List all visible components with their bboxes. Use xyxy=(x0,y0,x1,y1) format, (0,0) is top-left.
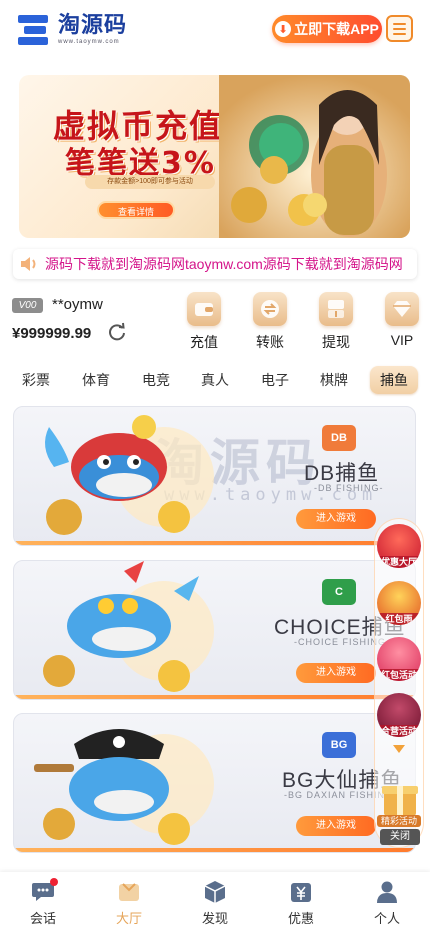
game-card-bg-fishing[interactable]: BG BG大仙捕鱼 -BG DAXIAN FISHING- 进入游戏 xyxy=(13,713,416,853)
download-icon: ⬇ xyxy=(275,21,292,37)
enter-game-button[interactable]: 进入游戏 xyxy=(296,663,376,683)
chat-icon xyxy=(30,878,58,904)
game-subtitle: -DB FISHING- xyxy=(314,483,384,493)
banner-note: 存款金额>100即可参与活动 xyxy=(85,175,215,189)
logo-subtitle: www.taoymw.com xyxy=(58,38,120,45)
tab-sports[interactable]: 体育 xyxy=(72,366,120,394)
lobby-icon xyxy=(116,880,142,904)
username: **oymw xyxy=(52,296,103,313)
tab-lottery[interactable]: 彩票 xyxy=(12,366,60,394)
vip-label: VIP xyxy=(390,332,414,348)
tab-slots[interactable]: 电子 xyxy=(251,366,299,394)
nav-profile[interactable]: 个人 xyxy=(357,880,417,927)
choice-logo-icon: C xyxy=(322,579,356,605)
tab-live[interactable]: 真人 xyxy=(191,366,239,394)
enter-game-button[interactable]: 进入游戏 xyxy=(296,509,376,529)
marquee-text: 源码下载就到淘源码网taoymw.com源码下载就到淘源码网 xyxy=(45,256,403,272)
download-app-button[interactable]: ⬇ 立即下载APP xyxy=(272,15,382,43)
deposit-label: 充值 xyxy=(190,334,218,350)
logo-title: 淘源码 xyxy=(58,12,128,38)
nav-discover[interactable]: 发现 xyxy=(185,880,245,927)
top-header: 淘源码 www.taoymw.com ⬇ 立即下载APP xyxy=(0,0,430,62)
wallet-icon xyxy=(187,292,221,326)
bg-logo-icon: BG xyxy=(322,732,356,758)
diamond-icon xyxy=(385,292,419,326)
nav-lobby[interactable]: 大厅 xyxy=(99,880,159,927)
vip-button[interactable]: VIP xyxy=(378,292,426,348)
partner-activity-button[interactable]: 合营活动 xyxy=(377,693,421,737)
shark-illustration xyxy=(43,561,214,692)
withdraw-button[interactable]: 提现 xyxy=(312,292,360,352)
red-envelope-rain-button[interactable]: 红包雨 xyxy=(377,581,421,625)
refresh-balance-icon[interactable] xyxy=(107,322,127,342)
game-category-tabs: 彩票 体育 电竞 真人 电子 棋牌 捕鱼 xyxy=(0,362,430,396)
user-icon xyxy=(374,880,400,904)
cube-icon xyxy=(202,880,228,904)
nav-promotions-label: 优惠 xyxy=(287,911,314,926)
tab-cards[interactable]: 棋牌 xyxy=(310,366,358,394)
deposit-button[interactable]: 充值 xyxy=(180,292,228,352)
menu-icon[interactable] xyxy=(386,15,413,42)
nav-chat-label: 会话 xyxy=(29,911,56,926)
banner-illustration xyxy=(219,75,410,238)
transfer-button[interactable]: 转账 xyxy=(246,292,294,352)
chevron-down-icon[interactable] xyxy=(393,745,405,753)
logo-mark-icon xyxy=(18,12,52,46)
game-card-db-fishing[interactable]: 淘源码 www.taoymw.com DB DB捕鱼 -DB FISHING- … xyxy=(13,406,416,546)
nav-chat[interactable]: 会话 xyxy=(13,878,73,927)
game-card-choice-fishing[interactable]: C CHOICE捕鱼 -CHOICE FISHING- 进入游戏 xyxy=(13,560,416,700)
withdraw-icon xyxy=(319,292,353,326)
tab-esports[interactable]: 电竞 xyxy=(132,366,180,394)
vip-level-badge: V00 xyxy=(12,298,43,313)
account-balance: ¥999999.99 xyxy=(12,325,92,342)
shark-illustration xyxy=(45,415,214,535)
nav-profile-label: 个人 xyxy=(373,911,400,926)
withdraw-label: 提现 xyxy=(322,334,350,350)
red-envelope-activity-button[interactable]: 红包活动 xyxy=(377,637,421,681)
transfer-icon xyxy=(253,292,287,326)
transfer-label: 转账 xyxy=(256,334,284,350)
enter-game-button[interactable]: 进入游戏 xyxy=(296,816,376,836)
close-side-promos-button[interactable]: 关闭 xyxy=(380,829,420,845)
featured-activity-label: 精彩活动 xyxy=(377,815,421,827)
promo-banner[interactable]: 虚拟币充值 笔笔送3% 存款金额>100即可参与活动 查看详情 xyxy=(19,75,410,238)
promo-hall-button[interactable]: 优惠大厅 xyxy=(377,524,421,568)
nav-promotions[interactable]: 优惠 xyxy=(271,880,331,927)
banner-details-button[interactable]: 查看详情 xyxy=(97,201,175,219)
site-logo[interactable]: 淘源码 www.taoymw.com xyxy=(18,12,127,46)
announcement-marquee[interactable]: 源码下载就到淘源码网taoymw.com源码下载就到淘源码网 xyxy=(13,249,417,279)
tab-fishing[interactable]: 捕鱼 xyxy=(370,366,418,394)
pirate-shark-illustration xyxy=(34,729,214,845)
bottom-navigation: 会话 大厅 发现 优惠 个人 xyxy=(0,872,430,932)
unread-dot xyxy=(50,878,58,886)
yuan-gift-icon xyxy=(288,880,314,904)
nav-discover-label: 发现 xyxy=(201,911,228,926)
speaker-icon xyxy=(13,249,45,279)
db-logo-icon: DB xyxy=(322,425,356,451)
nav-lobby-label: 大厅 xyxy=(115,911,142,926)
download-app-label: 立即下载APP xyxy=(294,21,379,37)
